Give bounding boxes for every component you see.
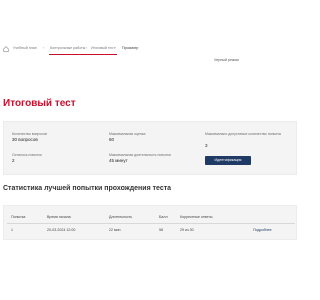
max-attempts-label: Максимально допустимое количество попыто… xyxy=(205,132,282,136)
max-duration-label: Максимальная длительность попытки xyxy=(109,153,171,157)
max-score-label: Максимальная оценка xyxy=(109,132,146,136)
breadcrumb-item-final-test[interactable]: Итоговый тест xyxy=(91,46,115,50)
max-score-value: 60 xyxy=(109,137,115,142)
cell-score: 58 xyxy=(159,228,163,232)
column-header: Время начала xyxy=(47,215,71,219)
questions-label: Количество вопросов xyxy=(12,132,47,136)
remaining-attempts-label: Осталось попыток xyxy=(12,153,42,157)
remaining-attempts-value: 2 xyxy=(12,158,15,163)
breadcrumb-item-control[interactable]: Контрольные работы xyxy=(50,46,85,50)
column-header: Попытка xyxy=(11,215,26,219)
page-title: Итоговый тест xyxy=(3,98,76,109)
table-divider xyxy=(7,223,295,224)
identification-button[interactable]: Идентификация xyxy=(205,156,251,165)
max-duration-value: 45 минут xyxy=(109,158,128,163)
column-header: Длительность xyxy=(109,215,133,219)
breadcrumb-highlight xyxy=(49,54,117,55)
column-header: Корректные ответы xyxy=(180,215,213,219)
breadcrumb-current: Просмотр xyxy=(122,46,139,50)
cell-correct: 29 из 30 xyxy=(180,228,194,232)
user-menu[interactable]: Черный режим xyxy=(214,58,239,62)
stats-table: Попытка Время начала Длительность Балл К… xyxy=(3,205,297,240)
test-info-card: Количество вопросов 30 вопросов Максимал… xyxy=(3,121,297,175)
column-header: Балл xyxy=(159,215,168,219)
details-link[interactable]: Подробнее xyxy=(253,228,272,232)
cell-attempt: 1 xyxy=(11,228,13,232)
max-attempts-value: 3 xyxy=(205,143,208,148)
breadcrumb-item-plan[interactable]: Учебный план xyxy=(13,46,37,50)
cell-start-time: 20-03-2024 12:00 xyxy=(47,228,76,232)
home-icon[interactable] xyxy=(3,46,9,52)
stats-title: Статистика лучшей попытки прохождения те… xyxy=(3,185,172,192)
breadcrumb-separator: › xyxy=(43,46,45,50)
questions-value: 30 вопросов xyxy=(12,137,38,142)
breadcrumb-bar: Учебный план › Контрольные работы › Итог… xyxy=(0,42,300,56)
breadcrumb-separator: › xyxy=(86,46,88,50)
breadcrumb-separator: › xyxy=(115,46,117,50)
cell-duration: 22 мин xyxy=(109,228,121,232)
